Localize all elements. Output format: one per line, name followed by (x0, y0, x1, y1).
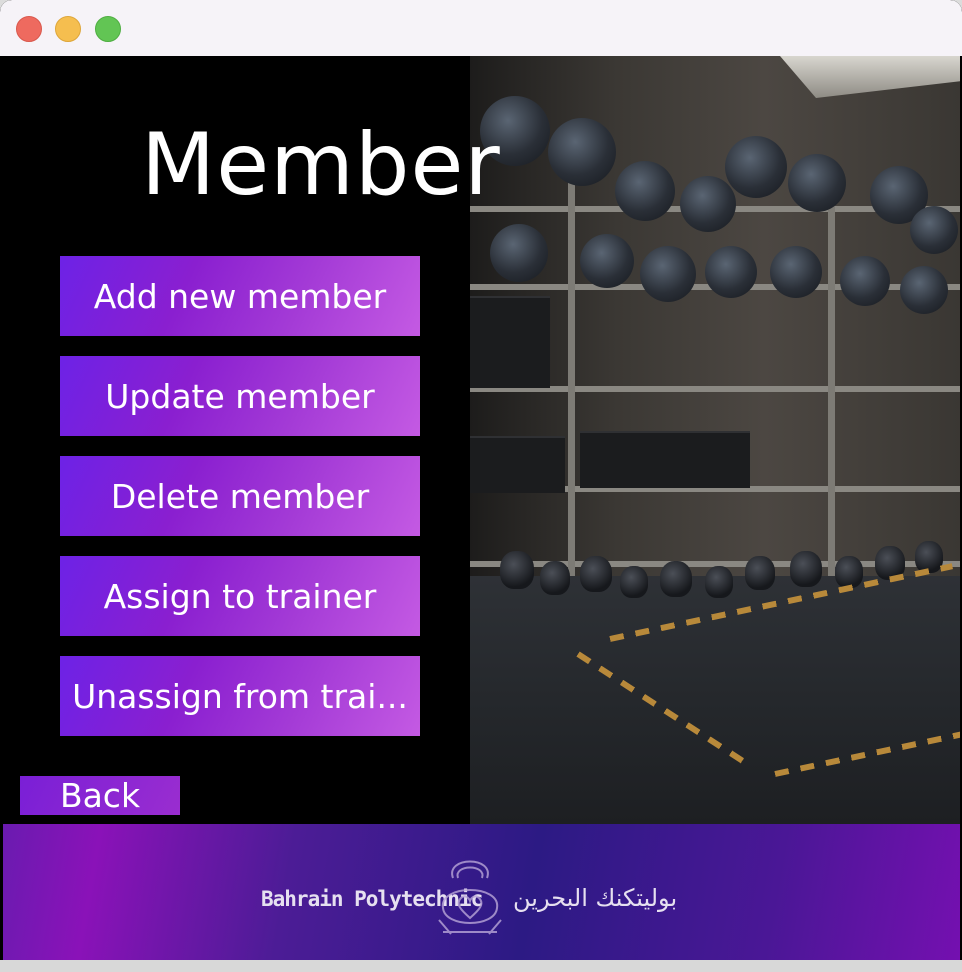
kettlebell-heart-logo-icon (438, 860, 502, 935)
main-panel: Member Add new member Update member Dele… (3, 56, 960, 824)
page-title: Member (141, 115, 501, 215)
update-member-button[interactable]: Update member (60, 356, 420, 436)
back-button[interactable]: Back (20, 776, 180, 815)
logo-text-arabic: بوليتكنك البحرين (513, 884, 678, 912)
close-window-button[interactable] (16, 16, 42, 42)
app-window: Member Add new member Update member Dele… (0, 0, 962, 972)
assign-to-trainer-button[interactable]: Assign to trainer (60, 556, 420, 636)
window-bottom-edge (0, 960, 962, 972)
unassign-from-trainer-button[interactable]: Unassign from trai... (60, 656, 420, 736)
gym-background-image (470, 56, 960, 824)
minimize-window-button[interactable] (55, 16, 81, 42)
delete-member-button[interactable]: Delete member (60, 456, 420, 536)
footer-banner: Bahrain Polytechnic بوليتكنك البحرين (3, 824, 960, 960)
title-bar (0, 0, 962, 56)
zoom-window-button[interactable] (95, 16, 121, 42)
add-new-member-button[interactable]: Add new member (60, 256, 420, 336)
